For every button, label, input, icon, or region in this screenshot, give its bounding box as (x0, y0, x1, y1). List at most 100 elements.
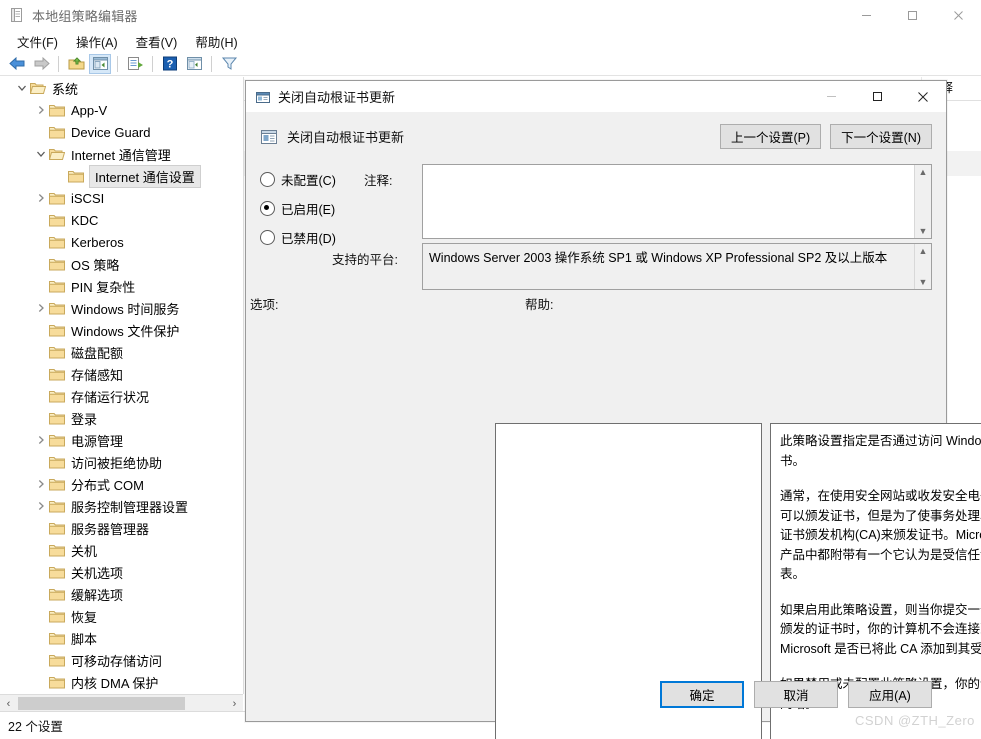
tree-item[interactable]: Internet 通信管理 (0, 143, 243, 165)
tree-twisty-none (33, 363, 49, 385)
tree-item[interactable]: 关机选项 (0, 561, 243, 583)
tree-item[interactable]: iSCSI (0, 187, 243, 209)
tree-item[interactable]: 存储感知 (0, 363, 243, 385)
previous-setting-button[interactable]: 上一个设置(P) (719, 124, 822, 149)
up-folder-icon[interactable] (65, 54, 87, 74)
chevron-down-icon[interactable]: ▼ (919, 226, 928, 236)
comment-value[interactable] (423, 165, 914, 238)
dialog-close-button[interactable] (900, 81, 946, 112)
platform-scrollbar[interactable]: ▲ ▼ (914, 244, 931, 289)
folder-icon (29, 81, 47, 95)
folder-icon (49, 235, 65, 249)
tree-item[interactable]: 系统 (0, 77, 243, 99)
tree-item[interactable]: 可移动存储访问 (0, 649, 243, 671)
chevron-right-icon[interactable] (33, 99, 49, 121)
tree-item[interactable]: 电源管理 (0, 429, 243, 451)
tree-item[interactable]: Internet 通信设置 (0, 164, 243, 188)
platform-value: Windows Server 2003 操作系统 SP1 或 Windows X… (429, 251, 888, 265)
tree-item[interactable]: 关机 (0, 539, 243, 561)
folder-icon (49, 433, 65, 447)
scroll-track[interactable] (186, 695, 226, 712)
chevron-up-icon[interactable]: ▲ (919, 246, 928, 256)
cancel-button[interactable]: 取消 (754, 681, 838, 708)
tree-item[interactable]: App-V (0, 99, 243, 121)
export-list-icon[interactable] (124, 54, 146, 74)
chevron-right-icon[interactable] (33, 187, 49, 209)
options-label: 选项: (250, 298, 279, 312)
folder-icon (49, 389, 65, 403)
ok-button[interactable]: 确定 (660, 681, 744, 708)
chevron-right-icon[interactable] (33, 429, 49, 451)
tree-item[interactable]: 脚本 (0, 627, 243, 649)
folder-icon (68, 169, 84, 183)
forward-icon[interactable] (30, 54, 52, 74)
tree-item[interactable]: KDC (0, 209, 243, 231)
back-icon[interactable] (6, 54, 28, 74)
folder-icon (49, 477, 65, 491)
show-tree-icon[interactable] (89, 53, 111, 74)
tree-twisty-none (33, 407, 49, 429)
next-setting-button[interactable]: 下一个设置(N) (830, 124, 932, 149)
tree-item[interactable]: 登录 (0, 407, 243, 429)
tree-twisty-none (33, 209, 49, 231)
tree-item[interactable]: Kerberos (0, 231, 243, 253)
folder-icon (49, 521, 65, 535)
comment-scrollbar[interactable]: ▲ ▼ (914, 165, 931, 238)
scroll-left-icon[interactable]: ‹ (0, 695, 17, 712)
scroll-right-icon[interactable]: › (226, 695, 243, 712)
folder-icon (49, 675, 65, 689)
scroll-thumb[interactable] (18, 697, 185, 710)
apply-button[interactable]: 应用(A) (848, 681, 932, 708)
chevron-right-icon[interactable] (33, 473, 49, 495)
menu-item-0[interactable]: 文件(F) (8, 30, 67, 53)
tree-item[interactable]: 内核 DMA 保护 (0, 671, 243, 693)
radio-mark[interactable] (260, 230, 275, 245)
chevron-right-icon[interactable] (33, 297, 49, 319)
filter-icon[interactable] (218, 54, 240, 74)
menu-item-1[interactable]: 操作(A) (67, 30, 127, 53)
tree-item-label: 服务控制管理器设置 (71, 499, 189, 515)
properties-icon[interactable] (183, 54, 205, 74)
tree-item[interactable]: PIN 复杂性 (0, 275, 243, 297)
chevron-down-icon[interactable] (14, 77, 30, 99)
tree-item[interactable]: 存储运行状况 (0, 385, 243, 407)
chevron-down-icon[interactable]: ▼ (919, 277, 928, 287)
chevron-right-icon[interactable] (33, 495, 49, 517)
radio-disabled[interactable]: 已禁用(D) (260, 223, 360, 252)
tree-horizontal-scrollbar[interactable]: ‹ › (0, 694, 243, 712)
menu-item-3[interactable]: 帮助(H) (186, 30, 246, 53)
help-icon[interactable]: ? (159, 54, 181, 74)
radio-mark[interactable] (260, 172, 275, 187)
maximize-button[interactable] (889, 0, 935, 30)
dialog-maximize-button[interactable] (854, 81, 900, 112)
tree-item-label: Windows 时间服务 (71, 301, 180, 317)
tree-item[interactable]: 恢复 (0, 605, 243, 627)
comment-textarea[interactable]: ▲ ▼ (422, 164, 932, 239)
tree-item[interactable]: Device Guard (0, 121, 243, 143)
chevron-up-icon[interactable]: ▲ (919, 167, 928, 177)
tree-item[interactable]: OS 策略 (0, 253, 243, 275)
radio-not-configured[interactable]: 未配置(C) (260, 165, 360, 194)
policy-setting-icon (255, 89, 271, 105)
console-tree[interactable]: 系统 App-V Device Guard Internet 通信管理 Internet… (0, 77, 244, 694)
tree-item[interactable]: 访问被拒绝协助 (0, 451, 243, 473)
radio-mark[interactable] (260, 201, 275, 216)
close-button[interactable] (935, 0, 981, 30)
chevron-down-icon[interactable] (33, 143, 49, 165)
tree-item[interactable]: 服务控制管理器设置 (0, 495, 243, 517)
tree-item[interactable]: 服务器管理器 (0, 517, 243, 539)
minimize-button[interactable] (843, 0, 889, 30)
radio-enabled[interactable]: 已启用(E) (260, 194, 360, 223)
tree-item[interactable]: 分布式 COM (0, 473, 243, 495)
tree-item[interactable]: Windows 文件保护 (0, 319, 243, 341)
policy-setting-icon (260, 128, 278, 146)
tree-twisty-none (33, 561, 49, 583)
tree-item[interactable]: Windows 时间服务 (0, 297, 243, 319)
folder-icon (49, 411, 65, 425)
tree-item-label: 电源管理 (71, 433, 124, 449)
folder-icon (49, 565, 65, 579)
tree-item[interactable]: 缓解选项 (0, 583, 243, 605)
menu-item-2[interactable]: 查看(V) (127, 30, 187, 53)
dialog-title-text: 关闭自动根证书更新 (278, 90, 396, 105)
tree-item[interactable]: 磁盘配额 (0, 341, 243, 363)
